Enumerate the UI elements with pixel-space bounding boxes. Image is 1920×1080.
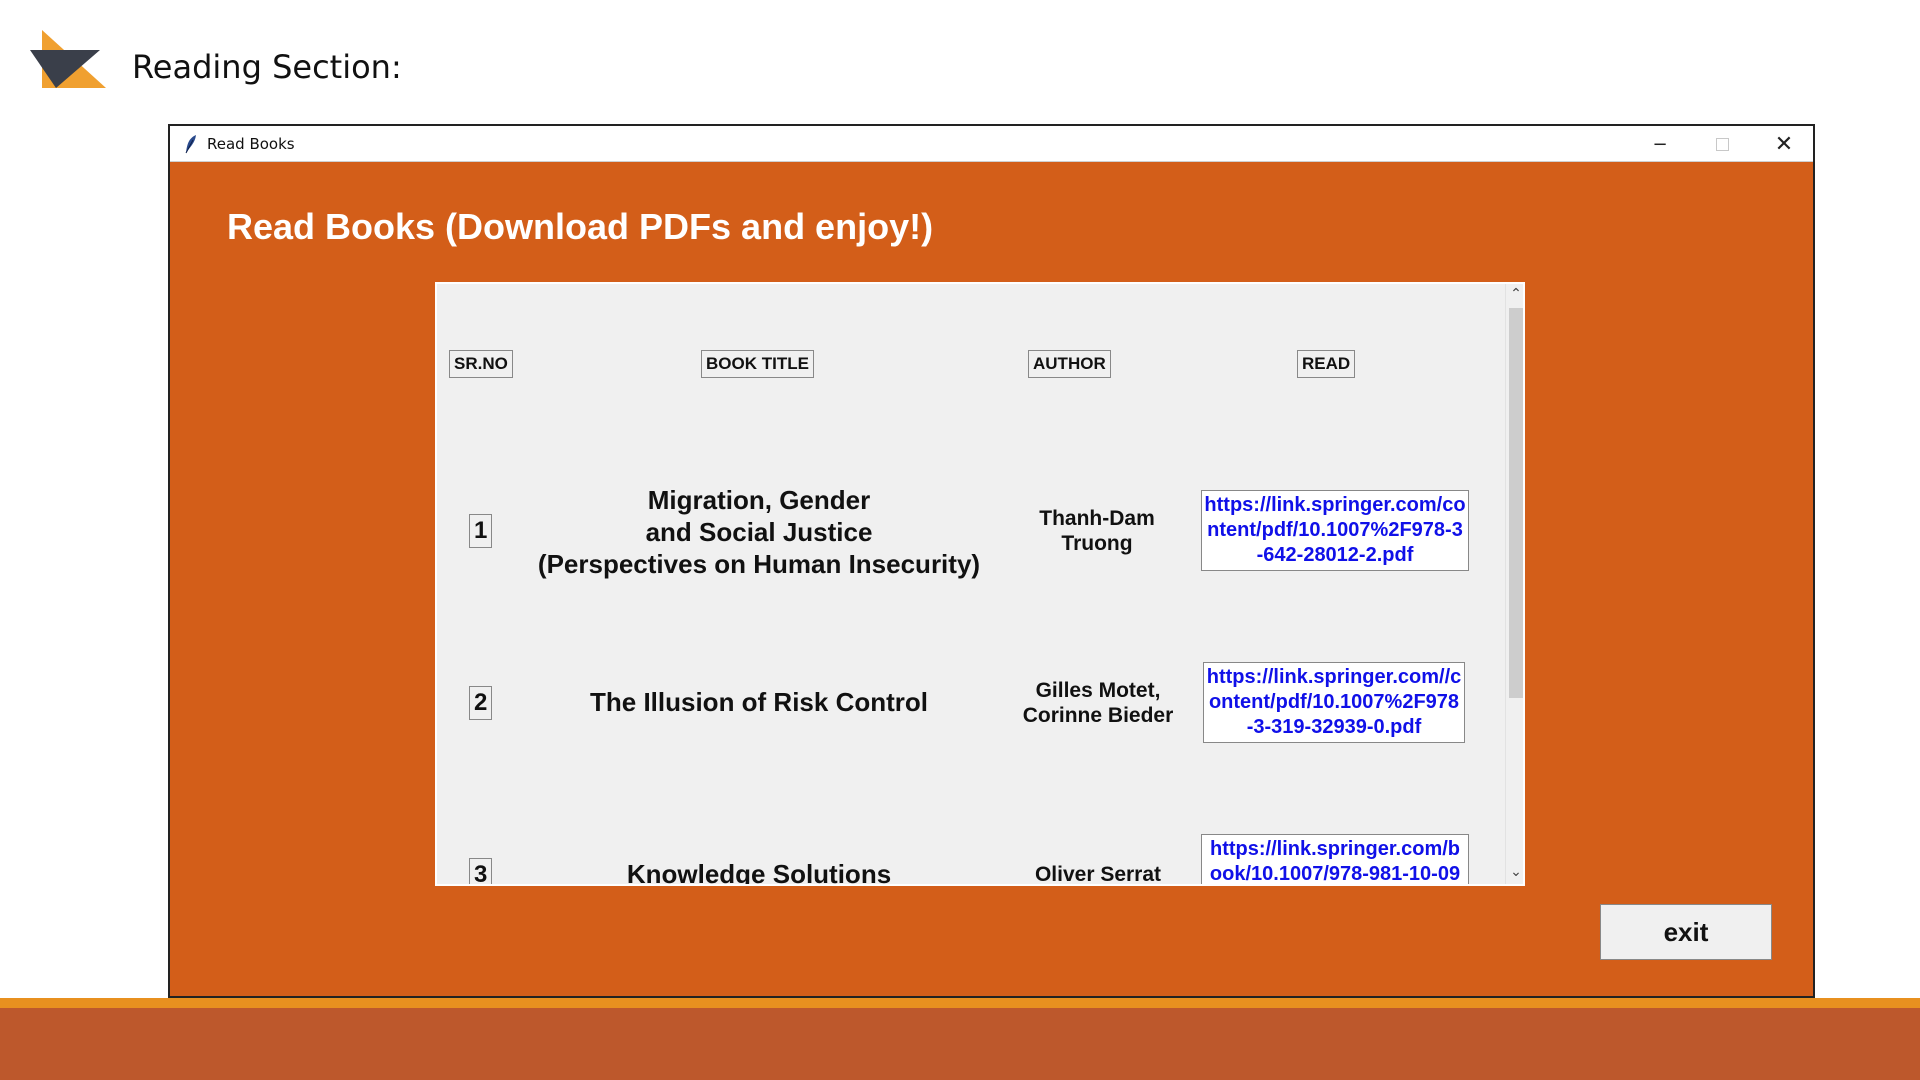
book-title-line: Knowledge Solutions [626,859,892,886]
book-author-line: Thanh-Dam [1039,507,1155,530]
scroll-down-icon[interactable]: ⌄ [1506,864,1523,882]
maximize-icon[interactable] [1691,126,1753,162]
book-read-link[interactable]: https://link.springer.com//content/pdf/1… [1203,662,1465,743]
column-header-author: AUTHOR [1028,350,1111,378]
close-icon[interactable]: ✕ [1753,126,1815,162]
scroll-thumb[interactable] [1509,308,1523,698]
slide-heading: Reading Section: [132,48,402,86]
book-author-line: Truong [1061,532,1133,555]
book-title: Migration, Gender and Social Justice (Pe… [533,484,985,580]
book-author-line: Corinne Bieder [1022,704,1174,727]
column-header-srno: SR.NO [449,350,513,378]
footer-accent-bar [0,998,1920,1008]
book-title-line: The Illusion of Risk Control [590,687,928,717]
book-title: The Illusion of Risk Control [533,686,985,718]
vertical-scrollbar[interactable]: ⌃ ⌄ [1505,284,1523,884]
slide: Reading Section: Read Books − ✕ Read Boo… [0,0,1920,1080]
column-header-title: BOOK TITLE [701,350,814,378]
scroll-up-icon[interactable]: ⌃ [1506,286,1523,304]
book-read-link[interactable]: https://link.springer.com/content/pdf/10… [1201,490,1469,571]
book-author-line: Gilles Motet, [1035,679,1161,702]
book-title-line: Migration, Gender [647,485,871,515]
book-title-line: and Social Justice [645,517,873,547]
footer-bar [0,1008,1920,1080]
minimize-icon[interactable]: − [1629,126,1691,162]
exit-button[interactable]: exit [1600,904,1772,960]
book-author: Thanh-Dam Truong [1002,506,1192,556]
book-srno: 3 [469,858,493,884]
book-title-line: (Perspectives on Human Insecurity) [537,549,981,579]
title-bar[interactable]: Read Books − ✕ [170,126,1813,162]
column-header-read: READ [1297,350,1356,378]
book-srno: 1 [469,514,493,548]
book-srno: 2 [469,686,493,720]
book-author: Oliver Serrat [998,862,1198,886]
book-title: Knowledge Solutions [533,858,985,886]
app-heading: Read Books (Download PDFs and enjoy!) [227,206,934,247]
book-author-line: Oliver Serrat [1034,863,1162,886]
feather-icon [185,135,196,154]
book-author: Gilles Motet, Corinne Bieder [998,678,1198,728]
window-title: Read Books [207,135,295,153]
books-list-panel: SR.NO BOOK TITLE AUTHOR READ 1 Migration… [435,282,1525,886]
read-books-window: Read Books − ✕ Read Books (Download PDFs… [168,124,1815,998]
logo-icon [30,30,106,88]
book-read-link[interactable]: https://link.springer.com/book/10.1007/9… [1201,834,1469,884]
